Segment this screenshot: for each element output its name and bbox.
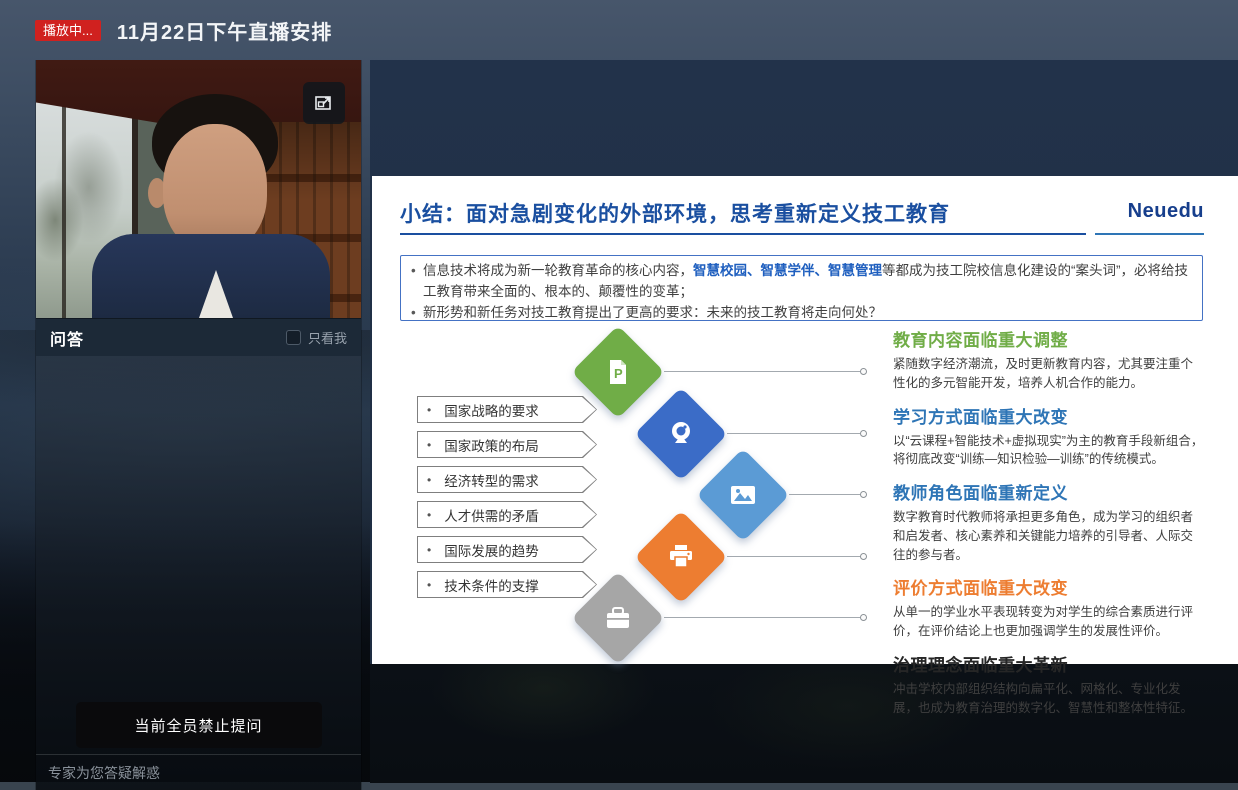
section-heading: 评价方式面临重大改变 xyxy=(893,574,1205,599)
svg-text:P: P xyxy=(614,366,623,381)
picture-icon xyxy=(710,462,776,528)
connector-line xyxy=(727,556,860,557)
factor-label: 技术条件的支撑 xyxy=(418,572,596,597)
presentation-file-icon: P xyxy=(585,339,651,405)
factor-arrow-item: 技术条件的支撑 xyxy=(417,571,597,598)
logo-underline xyxy=(1095,233,1204,235)
connector-line xyxy=(664,371,860,372)
factor-arrow-item: 国家政策的布局 xyxy=(417,431,597,458)
title-underline xyxy=(400,233,1086,235)
slide-title: 小结：面对急剧变化的外部环境，思考重新定义技工教育 xyxy=(400,198,950,228)
printer-icon xyxy=(648,524,714,590)
slide: 小结：面对急剧变化的外部环境，思考重新定义技工教育 Neuedu 信息技术将成为… xyxy=(372,176,1238,664)
factor-label: 国家政策的布局 xyxy=(418,432,596,457)
qa-footer-text: 专家为您答疑解惑 xyxy=(36,754,361,790)
slide-section: 评价方式面临重大改变 从单一的学业水平表现转变为对学生的综合素质进行评价，在评价… xyxy=(893,574,1205,641)
briefcase-icon xyxy=(585,585,651,651)
section-body: 冲击学校内部组织结构向扁平化、网格化、专业化发展，也成为教育治理的数字化、智慧性… xyxy=(893,680,1205,718)
only-me-label: 只看我 xyxy=(308,328,347,347)
summary-bullet: 信息技术将成为新一轮教育革命的核心内容，智慧校园、智慧学伴、智慧管理等都成为技工… xyxy=(411,261,1192,303)
slide-section: 治理理念面临重大革新 冲击学校内部组织结构向扁平化、网格化、专业化发展，也成为教… xyxy=(893,651,1205,718)
page-title: 11月22日下午直播安排 xyxy=(117,16,332,45)
section-body: 紧随数字经济潮流，及时更新教育内容，尤其要注重个性化的多元智能开发，培养人机合作… xyxy=(893,355,1205,393)
factor-arrow-item: 国家战略的要求 xyxy=(417,396,597,423)
qa-title: 问答 xyxy=(50,326,84,350)
presenter-face xyxy=(163,124,267,252)
summary-box: 信息技术将成为新一轮教育革命的核心内容，智慧校园、智慧学伴、智慧管理等都成为技工… xyxy=(400,255,1203,321)
neuedu-logo: Neuedu xyxy=(1128,200,1204,223)
status-badge: 播放中... xyxy=(35,20,101,41)
factor-arrow-item: 经济转型的需求 xyxy=(417,466,597,493)
connector-line xyxy=(664,617,860,618)
section-heading: 学习方式面临重大改变 xyxy=(893,403,1205,428)
connector-line xyxy=(727,433,860,434)
section-list: 教育内容面临重大调整 紧随数字经济潮流，及时更新教育内容，尤其要注重个性化的多元… xyxy=(893,326,1205,727)
section-heading: 教师角色面临重新定义 xyxy=(893,479,1205,504)
presentation-area: 小结：面对急剧变化的外部环境，思考重新定义技工教育 Neuedu 信息技术将成为… xyxy=(370,60,1238,783)
expand-icon xyxy=(314,93,334,113)
slide-section: 学习方式面临重大改变 以“云课程+智能技术+虚拟现实”为主的教育手段新组合，将彻… xyxy=(893,403,1205,470)
expand-video-button[interactable] xyxy=(303,82,345,124)
section-body: 以“云课程+智能技术+虚拟现实”为主的教育手段新组合，将彻底改变“训练—知识检验… xyxy=(893,432,1205,470)
section-body: 数字教育时代教师将承担更多角色，成为学习的组织者和启发者、核心素养和关键能力培养… xyxy=(893,508,1205,564)
qa-message-area: 当前全员禁止提问 专家为您答疑解惑 xyxy=(36,356,361,790)
left-panel: 问答 只看我 当前全员禁止提问 专家为您答疑解惑 xyxy=(35,60,362,790)
factor-label: 国际发展的趋势 xyxy=(418,537,596,562)
qa-header: 问答 只看我 xyxy=(36,318,361,356)
section-heading: 教育内容面临重大调整 xyxy=(893,326,1205,351)
diamond-governance xyxy=(571,571,664,664)
webcam-icon xyxy=(648,401,714,467)
factor-label: 经济转型的需求 xyxy=(418,467,596,492)
section-body: 从单一的学业水平表现转变为对学生的综合素质进行评价，在评价结论上也更加强调学生的… xyxy=(893,603,1205,641)
section-heading: 治理理念面临重大革新 xyxy=(893,651,1205,676)
mute-all-status-button[interactable]: 当前全员禁止提问 xyxy=(76,702,322,748)
connector-line xyxy=(789,494,860,495)
presenter-video xyxy=(36,60,361,318)
slide-section: 教师角色面临重新定义 数字教育时代教师将承担更多角色，成为学习的组织者和启发者、… xyxy=(893,479,1205,564)
factor-arrow-item: 国际发展的趋势 xyxy=(417,536,597,563)
only-me-checkbox[interactable] xyxy=(286,330,301,345)
top-bar: 播放中... 11月22日下午直播安排 xyxy=(0,0,1238,60)
factor-arrow-item: 人才供需的矛盾 xyxy=(417,501,597,528)
factor-label: 人才供需的矛盾 xyxy=(418,502,596,527)
factor-label: 国家战略的要求 xyxy=(418,397,596,422)
factor-list: 国家战略的要求 国家政策的布局 经济转型的需求 人才供需的矛盾 xyxy=(417,396,597,598)
summary-bullet: 新形势和新任务对技工教育提出了更高的要求：未来的技工教育将走向何处？ xyxy=(411,303,1192,324)
slide-section: 教育内容面临重大调整 紧随数字经济潮流，及时更新教育内容，尤其要注重个性化的多元… xyxy=(893,326,1205,393)
